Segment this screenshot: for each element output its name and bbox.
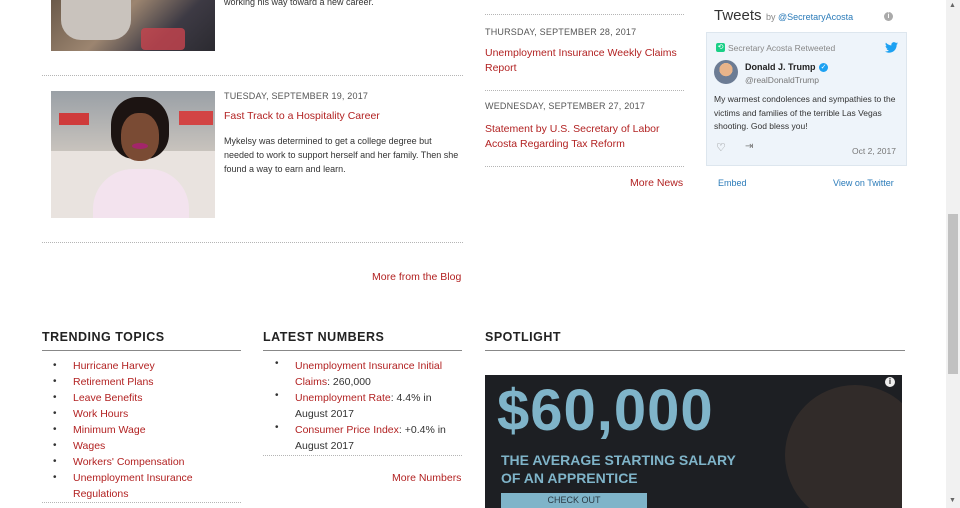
number-item: Consumer Price Index: +0.4% in August 20… bbox=[295, 422, 465, 454]
embed-link[interactable]: Embed bbox=[718, 178, 747, 188]
trending-topic-link[interactable]: Minimum Wage bbox=[73, 424, 146, 436]
twitter-account-link[interactable]: @SecretaryAcosta bbox=[778, 12, 853, 22]
number-item: Unemployment Insurance Initial Claims: 2… bbox=[295, 358, 465, 390]
number-value: : 260,000 bbox=[327, 376, 371, 388]
tweet-author-handle[interactable]: @realDonaldTrump bbox=[745, 75, 819, 85]
scrollbar-thumb[interactable] bbox=[948, 214, 958, 374]
bullet: • bbox=[275, 390, 279, 401]
divider bbox=[42, 242, 463, 243]
spotlight-caption: THE AVERAGE STARTING SALARY OF AN APPREN… bbox=[501, 451, 736, 487]
list-item: • Hurricane Harvey bbox=[53, 360, 155, 372]
news-title-link[interactable]: Unemployment Insurance Weekly Claims Rep… bbox=[485, 46, 685, 76]
more-numbers-link[interactable]: More Numbers bbox=[392, 471, 461, 486]
blog-top-summary: working his way toward a new career. bbox=[224, 0, 374, 7]
tweet-card[interactable]: ⟲ Secretary Acosta Retweeted Donald J. T… bbox=[706, 32, 907, 166]
bullet: • bbox=[275, 358, 279, 369]
section-rule bbox=[485, 350, 905, 351]
trending-topic-link[interactable]: Leave Benefits bbox=[73, 392, 142, 404]
divider bbox=[263, 455, 462, 456]
twitter-bird-icon[interactable] bbox=[885, 42, 898, 53]
verified-icon: ✓ bbox=[819, 63, 828, 72]
tweet-author-name[interactable]: Donald J. Trump bbox=[745, 62, 816, 72]
trending-topic-link[interactable]: Unemployment Insurance bbox=[73, 472, 193, 484]
scrollbar[interactable]: ▲ ▼ bbox=[946, 0, 960, 508]
list-item: • Wages bbox=[53, 440, 106, 452]
number-link[interactable]: Unemployment Rate bbox=[295, 392, 391, 404]
number-link[interactable]: Consumer Price Index bbox=[295, 424, 399, 436]
section-rule bbox=[42, 350, 241, 351]
share-icon[interactable]: ⇥ bbox=[745, 141, 753, 152]
news-date: THURSDAY, SEPTEMBER 28, 2017 bbox=[485, 27, 637, 37]
divider bbox=[485, 90, 684, 91]
list-item: Regulations bbox=[73, 486, 193, 502]
scroll-down-arrow-icon[interactable]: ▼ bbox=[949, 497, 956, 504]
twitter-header: Tweets by @SecretaryAcosta bbox=[714, 7, 853, 25]
latest-numbers-heading: LATEST NUMBERS bbox=[263, 330, 385, 344]
spotlight-heading: SPOTLIGHT bbox=[485, 330, 562, 344]
scroll-up-arrow-icon[interactable]: ▲ bbox=[949, 2, 956, 9]
list-item: • Unemployment Insurance bbox=[53, 472, 193, 484]
list-item: • Work Hours bbox=[53, 408, 129, 420]
divider bbox=[42, 75, 463, 76]
spotlight-button[interactable]: CHECK OUT bbox=[501, 493, 647, 508]
blog-post-title-link[interactable]: Fast Track to a Hospitality Career bbox=[224, 109, 380, 124]
view-on-twitter-link[interactable]: View on Twitter bbox=[833, 178, 894, 188]
blog-post-date: TUESDAY, SEPTEMBER 19, 2017 bbox=[224, 91, 369, 101]
blog-thumbnail-top[interactable] bbox=[51, 0, 215, 51]
info-icon[interactable]: i bbox=[885, 377, 895, 387]
twitter-title: Tweets bbox=[714, 7, 762, 24]
bullet: • bbox=[275, 422, 279, 433]
info-icon[interactable]: i bbox=[884, 12, 893, 21]
list-item: • Minimum Wage bbox=[53, 424, 146, 436]
trending-topics-list: • Hurricane Harvey • Retirement Plans • Lea… bbox=[53, 358, 193, 502]
divider bbox=[485, 166, 684, 167]
list-item: • Leave Benefits bbox=[53, 392, 143, 404]
tweet-date[interactable]: Oct 2, 2017 bbox=[852, 146, 896, 156]
spotlight-caption-line2: OF AN APPRENTICE bbox=[501, 470, 638, 486]
spotlight-amount: $60,000 bbox=[497, 378, 714, 443]
spotlight-banner[interactable]: $60,000 THE AVERAGE STARTING SALARY OF A… bbox=[485, 375, 902, 508]
list-item: • Workers' Compensation bbox=[53, 456, 185, 468]
more-from-blog-link[interactable]: More from the Blog bbox=[372, 270, 461, 285]
blog-post-image[interactable] bbox=[51, 91, 215, 218]
news-date: WEDNESDAY, SEPTEMBER 27, 2017 bbox=[485, 101, 646, 111]
tweet-body: My warmest condolences and sympathies to… bbox=[714, 94, 896, 131]
twitter-by-label: by bbox=[765, 12, 776, 22]
blog-post-summary: Mykelsy was determined to get a college … bbox=[224, 136, 459, 174]
list-item: • Retirement Plans bbox=[53, 376, 154, 388]
divider bbox=[485, 14, 684, 15]
spotlight-caption-line1: THE AVERAGE STARTING SALARY bbox=[501, 452, 736, 468]
number-item: Unemployment Rate: 4.4% in August 2017 bbox=[295, 390, 465, 422]
more-news-link[interactable]: More News bbox=[630, 176, 683, 191]
section-rule bbox=[263, 350, 462, 351]
trending-topics-heading: TRENDING TOPICS bbox=[42, 330, 165, 344]
trending-topic-link[interactable]: Wages bbox=[73, 440, 105, 452]
retweet-label: Secretary Acosta Retweeted bbox=[728, 43, 836, 53]
avatar[interactable] bbox=[714, 60, 738, 84]
trending-topic-link[interactable]: Workers' Compensation bbox=[73, 456, 185, 468]
trending-topic-link[interactable]: Work Hours bbox=[73, 408, 128, 420]
news-title-link[interactable]: Statement by U.S. Secretary of Labor Aco… bbox=[485, 122, 685, 152]
trending-topic-link[interactable]: Regulations bbox=[73, 488, 128, 500]
trending-topic-link[interactable]: Retirement Plans bbox=[73, 376, 154, 388]
trending-topic-link[interactable]: Hurricane Harvey bbox=[73, 360, 155, 372]
like-icon[interactable]: ♡ bbox=[716, 141, 726, 154]
retweet-icon: ⟲ bbox=[716, 43, 725, 52]
divider bbox=[42, 502, 241, 503]
